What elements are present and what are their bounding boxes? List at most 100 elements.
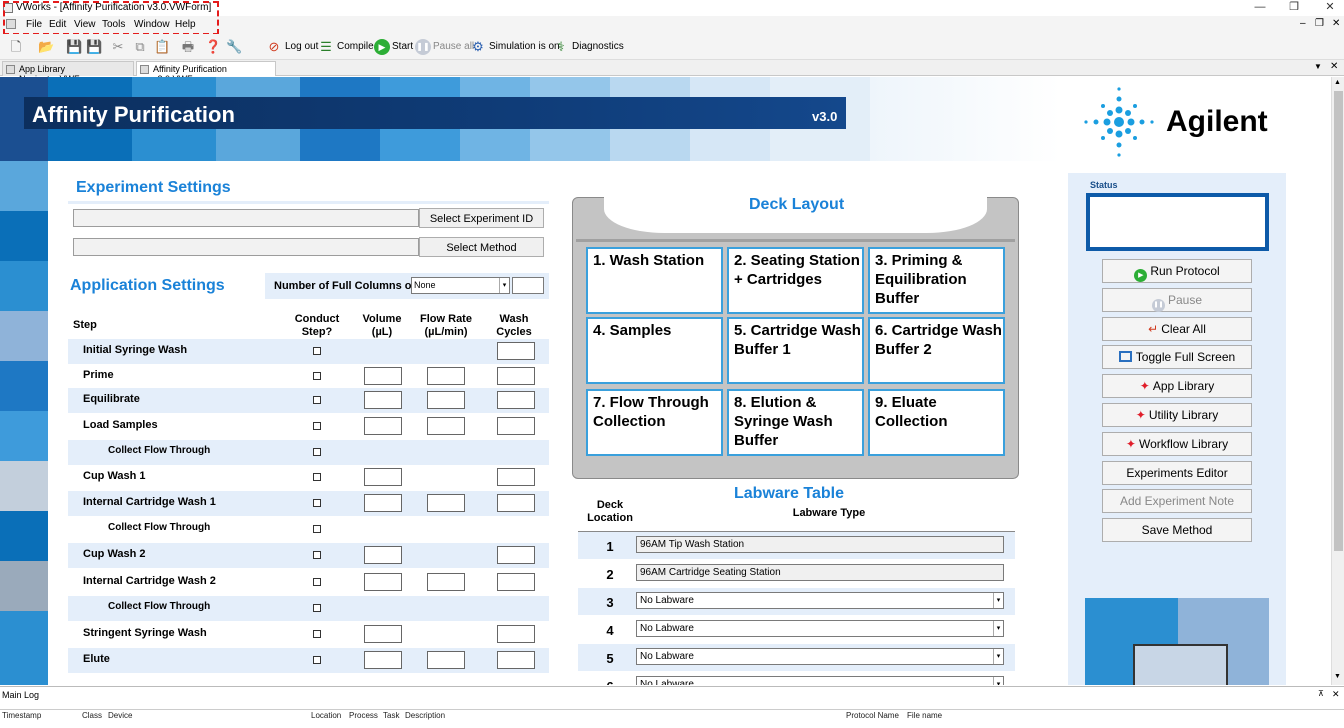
select-experiment-id-button[interactable]: Select Experiment ID bbox=[419, 208, 544, 228]
vertical-scrollbar[interactable]: ▲ ▼ bbox=[1331, 77, 1344, 685]
wash-cycles-input[interactable] bbox=[497, 494, 535, 512]
logout-icon[interactable]: ⊘ bbox=[266, 39, 282, 55]
pin-icon[interactable]: ⊼ bbox=[1318, 689, 1324, 698]
volume-input[interactable] bbox=[364, 391, 402, 409]
tab-dropdown-icon[interactable]: ▼ bbox=[1314, 62, 1322, 71]
volume-input[interactable] bbox=[364, 651, 402, 669]
experiments-editor-button[interactable]: Experiments Editor bbox=[1102, 460, 1252, 485]
minimize-icon[interactable]: — bbox=[1248, 0, 1272, 16]
paste-icon[interactable]: 📋 bbox=[154, 39, 170, 55]
labware-type-select[interactable]: No Labware ▾ bbox=[636, 620, 1004, 637]
flow-rate-input[interactable] bbox=[427, 391, 465, 409]
flow-rate-input[interactable] bbox=[427, 651, 465, 669]
simulation-icon[interactable]: ⚙ bbox=[470, 39, 486, 55]
scroll-down-icon[interactable]: ▼ bbox=[1334, 673, 1341, 680]
conduct-step-checkbox[interactable] bbox=[313, 551, 321, 559]
volume-input[interactable] bbox=[364, 367, 402, 385]
doc-restore-icon[interactable]: ❐ bbox=[1315, 18, 1324, 29]
wash-cycles-input[interactable] bbox=[497, 391, 535, 409]
save-icon[interactable]: 💾 bbox=[66, 39, 82, 55]
scroll-up-icon[interactable]: ▲ bbox=[1334, 79, 1341, 86]
log-col-file-name[interactable]: File name bbox=[907, 711, 942, 720]
wash-cycles-input[interactable] bbox=[497, 468, 535, 486]
log-col-location[interactable]: Location bbox=[311, 711, 341, 720]
conduct-step-checkbox[interactable] bbox=[313, 347, 321, 355]
volume-input[interactable] bbox=[364, 417, 402, 435]
wash-cycles-input[interactable] bbox=[497, 625, 535, 643]
run-protocol-button[interactable]: ▶ Run Protocol bbox=[1102, 259, 1252, 283]
doc-close-icon[interactable]: ✕ bbox=[1332, 18, 1340, 29]
compile-icon[interactable]: ☰ bbox=[318, 39, 334, 55]
conduct-step-checkbox[interactable] bbox=[313, 499, 321, 507]
logout-button[interactable]: Log out bbox=[285, 41, 318, 52]
conduct-step-checkbox[interactable] bbox=[313, 422, 321, 430]
start-icon[interactable]: ▶ bbox=[374, 39, 390, 55]
close-icon[interactable]: ✕ bbox=[1318, 0, 1342, 16]
add-experiment-note-button[interactable]: Add Experiment Note bbox=[1102, 489, 1252, 514]
flow-rate-input[interactable] bbox=[427, 417, 465, 435]
deck-position-6[interactable]: 6. Cartridge Wash Buffer 2 bbox=[868, 317, 1005, 384]
conduct-step-checkbox[interactable] bbox=[313, 630, 321, 638]
volume-input[interactable] bbox=[364, 573, 402, 591]
pause-all-icon[interactable]: ❚❚ bbox=[415, 39, 431, 55]
deck-position-7[interactable]: 7. Flow Through Collection bbox=[586, 389, 723, 456]
wash-cycles-input[interactable] bbox=[497, 367, 535, 385]
diagnostics-button[interactable]: Diagnostics bbox=[572, 41, 624, 52]
wrench-icon[interactable]: 🔧 bbox=[226, 39, 242, 55]
restore-icon[interactable]: ❐ bbox=[1282, 0, 1306, 16]
copy-icon[interactable]: ⧉ bbox=[132, 39, 148, 55]
tab-affinity-purification[interactable]: Affinity Purification v3.0.VWForm bbox=[136, 61, 276, 84]
conduct-step-checkbox[interactable] bbox=[313, 578, 321, 586]
full-columns-count-input[interactable] bbox=[512, 277, 544, 294]
cut-icon[interactable]: ✂ bbox=[110, 39, 126, 55]
log-col-process[interactable]: Process bbox=[349, 711, 378, 720]
conduct-step-checkbox[interactable] bbox=[313, 396, 321, 404]
wash-cycles-input[interactable] bbox=[497, 573, 535, 591]
log-col-description[interactable]: Description bbox=[405, 711, 445, 720]
deck-position-1[interactable]: 1. Wash Station bbox=[586, 247, 723, 314]
volume-input[interactable] bbox=[364, 546, 402, 564]
experiment-id-field[interactable] bbox=[73, 209, 419, 227]
deck-position-8[interactable]: 8. Elution & Syringe Wash Buffer bbox=[727, 389, 864, 456]
simulation-toggle[interactable]: Simulation is on bbox=[489, 41, 560, 52]
flow-rate-input[interactable] bbox=[427, 367, 465, 385]
conduct-step-checkbox[interactable] bbox=[313, 473, 321, 481]
new-file-icon[interactable]: 🗋 bbox=[8, 39, 24, 55]
labware-type-select[interactable]: No Labware ▾ bbox=[636, 592, 1004, 609]
conduct-step-checkbox[interactable] bbox=[313, 372, 321, 380]
utility-library-button[interactable]: ✦ Utility Library bbox=[1102, 403, 1252, 427]
pause-all-button[interactable]: Pause all bbox=[433, 41, 474, 52]
toggle-full-screen-button[interactable]: Toggle Full Screen bbox=[1102, 345, 1252, 370]
deck-position-9[interactable]: 9. Eluate Collection bbox=[868, 389, 1005, 456]
save-method-button[interactable]: Save Method bbox=[1102, 518, 1252, 543]
labware-type-select[interactable]: No Labware ▾ bbox=[636, 676, 1004, 685]
log-col-protocol-name[interactable]: Protocol Name bbox=[846, 711, 899, 720]
help-icon[interactable]: ❓ bbox=[205, 39, 221, 55]
deck-position-2[interactable]: 2. Seating Station + Cartridges bbox=[727, 247, 864, 314]
volume-input[interactable] bbox=[364, 468, 402, 486]
conduct-step-checkbox[interactable] bbox=[313, 656, 321, 664]
log-col-class[interactable]: Class bbox=[82, 711, 102, 720]
volume-input[interactable] bbox=[364, 625, 402, 643]
deck-position-5[interactable]: 5. Cartridge Wash Buffer 1 bbox=[727, 317, 864, 384]
flow-rate-input[interactable] bbox=[427, 573, 465, 591]
labware-type-select[interactable]: No Labware ▾ bbox=[636, 648, 1004, 665]
tab-close-icon[interactable]: ✕ bbox=[1330, 61, 1338, 72]
method-field[interactable] bbox=[73, 238, 419, 256]
scroll-thumb[interactable] bbox=[1334, 91, 1343, 551]
conduct-step-checkbox[interactable] bbox=[313, 525, 321, 533]
wash-cycles-input[interactable] bbox=[497, 342, 535, 360]
log-col-device[interactable]: Device bbox=[108, 711, 132, 720]
wash-cycles-input[interactable] bbox=[497, 546, 535, 564]
full-columns-select[interactable]: None ▾ bbox=[411, 277, 510, 294]
deck-position-3[interactable]: 3. Priming & Equilibration Buffer bbox=[868, 247, 1005, 314]
conduct-step-checkbox[interactable] bbox=[313, 448, 321, 456]
workflow-library-button[interactable]: ✦ Workflow Library bbox=[1102, 431, 1252, 456]
wash-cycles-input[interactable] bbox=[497, 417, 535, 435]
app-library-button[interactable]: ✦ App Library bbox=[1102, 374, 1252, 399]
save-all-icon[interactable]: 💾 bbox=[86, 39, 102, 55]
print-icon[interactable]: 🖶 bbox=[180, 39, 196, 55]
diagnostics-icon[interactable]: ⚕ bbox=[553, 39, 569, 55]
clear-all-button[interactable]: ↵ Clear All bbox=[1102, 316, 1252, 341]
log-col-timestamp[interactable]: Timestamp bbox=[2, 711, 41, 720]
